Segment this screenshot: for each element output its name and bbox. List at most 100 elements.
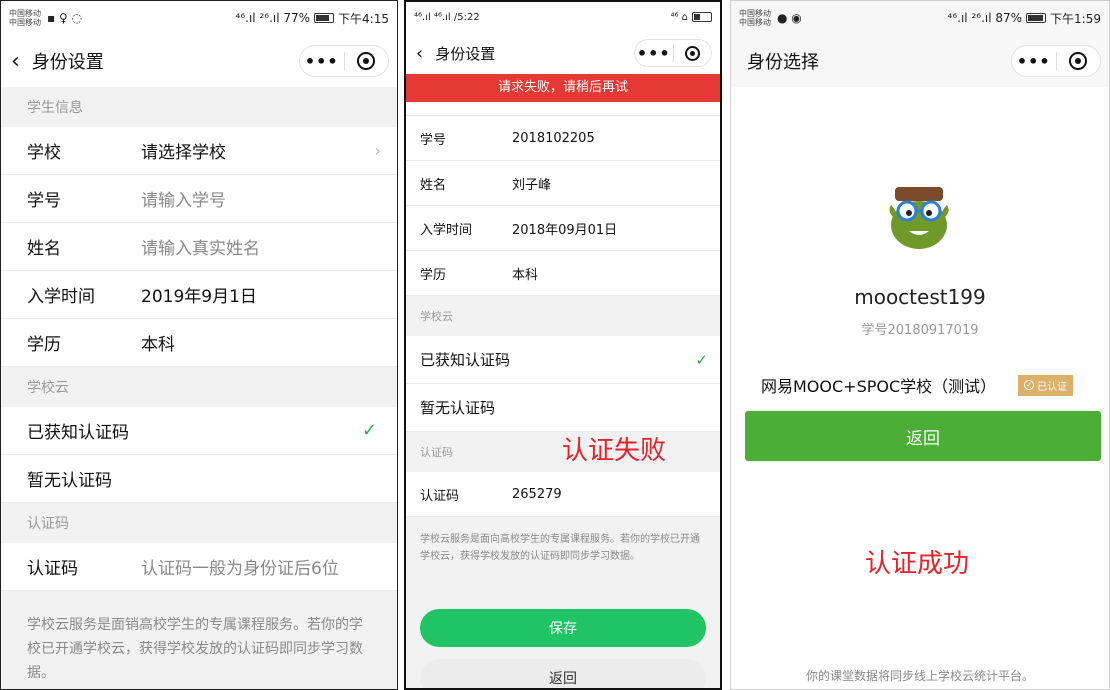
miniprogram-capsule: ••• [634, 39, 712, 67]
enroll-date-row[interactable]: 入学时间 2019年9月1日 [1, 271, 397, 319]
section-school-cloud: 学校云 [420, 310, 453, 323]
chevron-right-icon: › [374, 141, 381, 160]
clock: 下午4:15 [338, 11, 389, 26]
nav-bar: ‹ 身份设置 ••• [1, 35, 397, 87]
mascot-avatar-icon [889, 187, 949, 249]
student-id-field[interactable]: 学号 2018102205 [406, 116, 720, 161]
degree-row[interactable]: 学历 本科 [1, 319, 397, 367]
option-have-code[interactable]: 已获知认证码 ✓ [1, 407, 397, 455]
battery-icon [314, 13, 335, 23]
miniprogram-capsule: ••• [1011, 45, 1101, 77]
option-no-code[interactable]: 暂无认证码 [1, 455, 397, 503]
battery-icon [1026, 13, 1047, 23]
status-bar: 中国移动 中国移动 ● ◉ ⁴⁶.ıl ²⁶.ıl 87% 下午1:59 [731, 1, 1109, 35]
status-right: ⁴⁶.ıl ²⁶.ıl 87% 下午1:59 [948, 10, 1101, 27]
back-chevron-icon[interactable]: ‹ [416, 43, 423, 64]
student-id-label: 学号 [27, 191, 61, 211]
carrier-top: 中国移动 [9, 9, 41, 18]
carrier-label: 中国移动 中国移动 [9, 9, 41, 27]
status-bar: ⁴⁶.ıl ⁴⁶.ıl /5:22 ⁴⁶ ⌂ [406, 2, 720, 32]
enroll-date-label: 入学时间 [27, 287, 95, 307]
auth-code-field[interactable]: 认证码 认证码一般为身份证后6位 [1, 543, 397, 591]
school-row: 网易MOOC+SPOC学校（测试） ✓ 已认证 [761, 373, 1074, 397]
option-no-code-label: 暂无认证码 [27, 471, 112, 491]
status-right: ⁴⁶ ⌂ [670, 12, 712, 23]
carrier-top: 中国移动 [739, 9, 771, 18]
section-student-info: 学生信息 [27, 100, 83, 116]
more-dots-icon[interactable]: ••• [300, 52, 344, 71]
name-field[interactable]: 姓名 请输入真实姓名 [1, 223, 397, 271]
service-description: 学校云服务是面向高校学生的专属课程服务。若你的学校已开通学校云，获得学校发放的认… [420, 534, 700, 562]
auth-code-value: 265279 [512, 486, 562, 502]
verified-badge-label: 已认证 [1037, 381, 1068, 393]
status-right: ⁴⁶.ıl ²⁶.ıl 77% 下午4:15 [236, 10, 389, 27]
nav-bar: 身份选择 ••• [731, 35, 1109, 87]
option-no-code-label: 暂无认证码 [420, 399, 496, 417]
auth-code-field[interactable]: 认证码 265279 [406, 472, 720, 517]
degree-label: 学历 [420, 267, 447, 283]
back-button[interactable]: 返回 [420, 659, 706, 688]
notification-icon: ▪ ♀ ◌ [47, 11, 83, 25]
enroll-date-row[interactable]: 入学时间 2018年09月01日 [406, 206, 720, 251]
identity-selection-panel-success: 中国移动 中国移动 ● ◉ ⁴⁶.ıl ²⁶.ıl 87% 下午1:59 身份选… [730, 0, 1110, 690]
more-dots-icon[interactable]: ••• [635, 44, 673, 63]
more-dots-icon[interactable]: ••• [1012, 52, 1056, 71]
nav-bar: ‹ 身份设置 ••• [406, 32, 720, 74]
page-title: 身份选择 [747, 52, 819, 73]
verified-check-icon: ✓ [1024, 380, 1035, 390]
name-value: 刘子峰 [512, 177, 552, 193]
degree-row[interactable]: 学历 本科 [406, 251, 720, 296]
save-button[interactable]: 保存 [420, 609, 706, 647]
auth-code-label: 认证码 [420, 488, 460, 504]
option-no-code[interactable]: 暂无认证码 [406, 384, 720, 432]
list-top-spacer [406, 102, 720, 116]
clock: 下午1:59 [1050, 11, 1101, 26]
error-toast: 请求失败，请稍后再试 [406, 74, 720, 102]
school-value: 请选择学校 [141, 143, 226, 163]
section-school-cloud: 学校云 [27, 380, 69, 396]
student-id-value: 2018102205 [512, 130, 595, 146]
auth-code-placeholder: 认证码一般为身份证后6位 [141, 559, 339, 579]
page-title: 身份设置 [435, 44, 496, 63]
name-label: 姓名 [420, 177, 447, 193]
service-description: 学校云服务是面销高校学生的专属课程服务。若你的学校已开通学校云，获得学校发放的认… [27, 617, 363, 681]
annotation-auth-failed: 认证失败 [562, 436, 667, 466]
status-left: 中国移动 中国移动 ● ◉ [739, 9, 802, 27]
footer-note: 你的课堂数据将同步线上学校云统计平台。 [805, 669, 1034, 683]
name-field[interactable]: 姓名 刘子峰 [406, 161, 720, 206]
signal-icons: ⁴⁶.ıl ²⁶.ıl 77% [235, 11, 311, 25]
school-label: 学校 [27, 143, 61, 163]
status-bar: 中国移动 中国移动 ▪ ♀ ◌ ⁴⁶.ıl ²⁶.ıl 77% 下午4:15 [1, 1, 397, 35]
auth-code-label: 认证码 [27, 559, 78, 579]
checkmark-icon: ✓ [695, 350, 708, 369]
degree-value: 本科 [512, 267, 539, 283]
back-chevron-icon[interactable]: ‹ [11, 49, 20, 74]
signal-icons-left: ⁴⁶.ıl ⁴⁶.ıl /5:22 [414, 11, 480, 23]
annotation-auth-success: 认证成功 [865, 549, 970, 579]
signal-icons-right: ⁴⁶ ⌂ [670, 11, 688, 23]
school-select-row[interactable]: 学校 请选择学校 › [1, 127, 397, 175]
student-id-label: 学号 [420, 132, 447, 148]
close-target-icon[interactable] [344, 52, 388, 70]
enroll-date-value: 2018年09月01日 [512, 222, 618, 238]
battery-icon [692, 12, 712, 22]
page-title: 身份设置 [31, 52, 104, 73]
carrier-label: 中国移动 中国移动 [739, 9, 771, 27]
option-have-code-label: 已获知认证码 [420, 351, 511, 369]
option-have-code-label: 已获知认证码 [27, 423, 129, 443]
name-placeholder: 请输入真实姓名 [141, 239, 260, 259]
close-target-icon[interactable] [673, 45, 711, 61]
return-button[interactable]: 返回 [745, 411, 1101, 461]
checkmark-icon: ✓ [361, 420, 377, 441]
student-id-field[interactable]: 学号 请输入学号 [1, 175, 397, 223]
enroll-date-label: 入学时间 [420, 222, 473, 238]
option-have-code[interactable]: 已获知认证码 ✓ [406, 336, 720, 384]
identity-settings-panel-failed: ⁴⁶.ıl ⁴⁶.ıl /5:22 ⁴⁶ ⌂ ‹ 身份设置 ••• 请求失败，请… [404, 0, 722, 690]
enroll-date-value: 2019年9月1日 [141, 287, 257, 307]
student-id-text: 学号20180917019 [861, 323, 979, 338]
close-target-icon[interactable] [1056, 52, 1100, 70]
signal-icons: ⁴⁶.ıl ²⁶.ıl 87% [947, 11, 1023, 25]
section-auth-code: 认证码 [27, 516, 69, 532]
notification-icon: ● ◉ [777, 11, 802, 25]
verified-badge: ✓ 已认证 [1018, 374, 1074, 396]
